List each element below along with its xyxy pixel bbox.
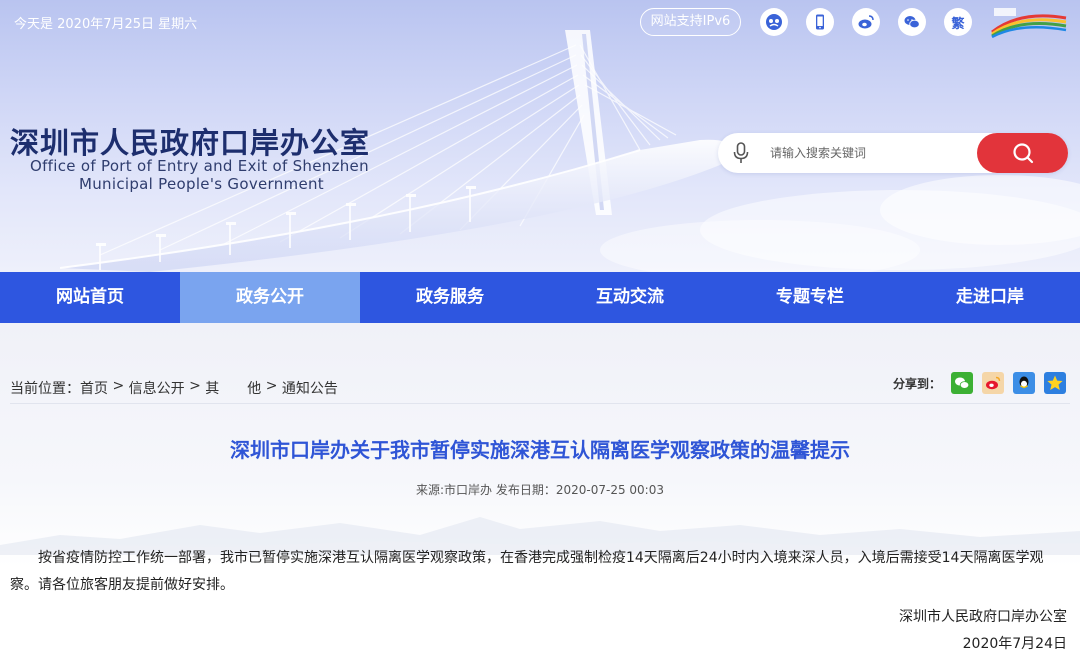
breadcrumb: 当前位置： 首页 > 信息公开 > 其 他 > 通知公告 bbox=[10, 378, 338, 398]
article-body: 按省疫情防控工作统一部署，我市已暂停实施深港互认隔离医学观察政策，在香港完成强制… bbox=[10, 550, 1044, 593]
breadcrumb-separator: > bbox=[261, 378, 282, 394]
breadcrumb-item-notices[interactable]: 通知公告 bbox=[282, 378, 338, 398]
search-box bbox=[718, 133, 1068, 173]
breadcrumb-separator: > bbox=[108, 378, 129, 394]
traditional-chinese-toggle[interactable]: 繁 bbox=[944, 8, 972, 36]
breadcrumb-item-other[interactable]: 其 他 bbox=[205, 378, 261, 398]
header-banner: 今天是 2020年7月25日 星期六 网站支持IPv6 繁 深圳市人民政府口岸办… bbox=[0, 0, 1080, 272]
site-subtitle-line2: Municipal People's Government bbox=[79, 175, 324, 193]
wechat-icon[interactable] bbox=[898, 8, 926, 36]
article-title: 深圳市口岸办关于我市暂停实施深港互认隔离医学观察政策的温馨提示 bbox=[230, 438, 850, 462]
nav-item-interaction[interactable]: 互动交流 bbox=[540, 272, 720, 323]
mobile-icon[interactable] bbox=[806, 8, 834, 36]
main-nav: 网站首页 政务公开 政务服务 互动交流 专题专栏 走进口岸 bbox=[0, 272, 1080, 323]
search-input[interactable] bbox=[770, 142, 970, 164]
nav-item-special-topics[interactable]: 专题专栏 bbox=[720, 272, 900, 323]
breadcrumb-separator: > bbox=[184, 378, 206, 394]
breadcrumb-item-info[interactable]: 信息公开 bbox=[129, 378, 185, 398]
breadcrumb-item-home[interactable]: 首页 bbox=[80, 378, 108, 398]
shenzhen-logo-icon bbox=[991, 8, 1067, 38]
article-date: 2020年7月24日 bbox=[962, 636, 1067, 652]
share-qzone-icon[interactable] bbox=[1044, 372, 1067, 394]
search-button[interactable] bbox=[977, 133, 1068, 173]
nav-item-services[interactable]: 政务服务 bbox=[360, 272, 540, 323]
breadcrumb-divider bbox=[10, 403, 1070, 404]
breadcrumb-prefix: 当前位置： bbox=[10, 381, 80, 397]
article-signature: 深圳市人民政府口岸办公室 bbox=[899, 609, 1067, 625]
site-title: 深圳市人民政府口岸办公室 bbox=[10, 126, 371, 160]
nav-item-government-affairs[interactable]: 政务公开 bbox=[180, 272, 360, 323]
traditional-label: 繁 bbox=[951, 16, 965, 32]
share-label: 分享到： bbox=[893, 376, 942, 391]
share-weibo-icon[interactable] bbox=[982, 372, 1005, 394]
nav-item-about-port[interactable]: 走进口岸 bbox=[900, 272, 1080, 323]
date-text: 今天是 2020年7月25日 星期六 bbox=[14, 17, 198, 32]
share-wechat-icon[interactable] bbox=[951, 372, 974, 394]
weibo-icon[interactable] bbox=[852, 8, 880, 36]
accessibility-icon[interactable] bbox=[760, 8, 788, 36]
site-subtitle-line1: Office of Port of Entry and Exit of Shen… bbox=[30, 157, 369, 175]
ipv6-badge[interactable]: 网站支持IPv6 bbox=[640, 8, 741, 36]
nav-item-home[interactable]: 网站首页 bbox=[0, 272, 180, 323]
microphone-icon[interactable] bbox=[732, 142, 750, 164]
share-bar: 分享到： bbox=[893, 372, 1075, 394]
search-icon bbox=[1012, 143, 1033, 164]
share-qq-icon[interactable] bbox=[1013, 372, 1036, 394]
top-bar: 今天是 2020年7月25日 星期六 网站支持IPv6 繁 bbox=[0, 0, 1080, 44]
